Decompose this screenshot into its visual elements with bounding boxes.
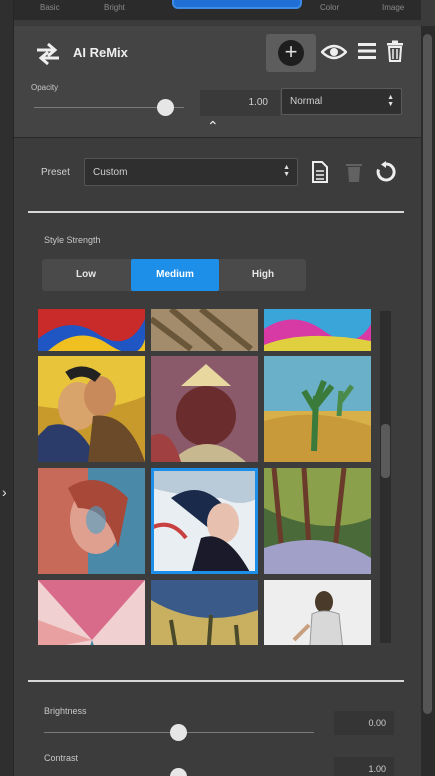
panel-scrollbar[interactable] [421, 26, 435, 776]
plus-icon: + [278, 40, 304, 66]
collapse-chevron-icon[interactable]: ⌃ [207, 118, 219, 135]
style-thumbnail-grid [38, 309, 374, 645]
tab-bright[interactable]: Bright [104, 3, 125, 12]
swap-arrows-icon[interactable] [34, 41, 62, 67]
section-divider [28, 211, 404, 213]
preset-select[interactable]: Custom ▲ ▼ [84, 158, 298, 186]
style-thumbnail[interactable] [264, 309, 371, 351]
add-layer-button[interactable]: + [266, 34, 316, 72]
tab-basic[interactable]: Basic [40, 3, 60, 12]
strength-medium-button[interactable]: Medium [131, 259, 219, 291]
tab-image[interactable]: Image [382, 3, 404, 12]
preset-value: Custom [93, 167, 128, 178]
brightness-slider-handle[interactable] [170, 724, 187, 741]
top-tab-strip: Basic Bright Color Image [14, 0, 421, 20]
layer-header-panel: AI ReMix + Opacity 1.00 Normal ▲ ▼ ⌃ [14, 26, 421, 138]
style-thumbnail[interactable] [151, 580, 258, 645]
updown-arrows-icon: ▲ ▼ [387, 94, 394, 108]
delete-preset-icon[interactable] [346, 161, 362, 183]
reset-icon[interactable] [375, 161, 397, 183]
style-thumbnail[interactable] [264, 580, 371, 645]
contrast-slider-handle[interactable] [170, 768, 187, 776]
preset-label: Preset [41, 167, 70, 178]
updown-arrows-icon: ▲ ▼ [283, 164, 290, 178]
blend-mode-value: Normal [290, 96, 323, 107]
opacity-value-field[interactable]: 1.00 [200, 90, 280, 116]
style-thumbnail[interactable] [38, 468, 145, 574]
section-divider [28, 680, 404, 682]
grid-scrollbar[interactable] [380, 311, 391, 643]
style-thumbnail[interactable] [151, 309, 258, 351]
style-thumbnail[interactable] [38, 309, 145, 351]
contrast-value-field[interactable]: 1.00 [334, 757, 394, 776]
brightness-label: Brightness [44, 706, 87, 716]
layer-title: AI ReMix [73, 45, 128, 60]
brightness-value-field[interactable]: 0.00 [334, 711, 394, 735]
style-thumbnail[interactable] [38, 580, 145, 645]
active-tab-indicator[interactable] [172, 0, 302, 9]
style-thumbnail[interactable] [264, 356, 371, 462]
style-thumbnail[interactable] [38, 356, 145, 462]
ai-remix-settings: Preset Custom ▲ ▼ Style Strength Low Medi… [14, 139, 421, 776]
style-strength-label: Style Strength [44, 235, 101, 245]
save-preset-document-icon[interactable] [312, 161, 328, 183]
tab-color[interactable]: Color [320, 3, 339, 12]
contrast-label: Contrast [44, 753, 79, 763]
expand-left-chevron-icon[interactable]: › [2, 484, 7, 500]
style-strength-segmented-control: Low Medium High [42, 259, 306, 291]
style-thumbnail-selected[interactable] [151, 468, 258, 574]
style-thumbnail[interactable] [151, 356, 258, 462]
grid-scrollbar-thumb[interactable] [381, 424, 390, 478]
blend-mode-select[interactable]: Normal ▲ ▼ [281, 88, 402, 115]
eye-icon[interactable] [321, 43, 347, 61]
opacity-label: Opacity [31, 83, 59, 92]
menu-icon[interactable] [357, 41, 377, 61]
opacity-slider-handle[interactable] [157, 99, 174, 116]
strength-high-button[interactable]: High [220, 259, 306, 291]
panel-scrollbar-thumb[interactable] [423, 34, 432, 714]
style-thumbnail[interactable] [264, 468, 371, 574]
left-panel-strip: › [0, 0, 14, 776]
delete-layer-icon[interactable] [386, 40, 404, 62]
strength-low-button[interactable]: Low [42, 259, 130, 291]
